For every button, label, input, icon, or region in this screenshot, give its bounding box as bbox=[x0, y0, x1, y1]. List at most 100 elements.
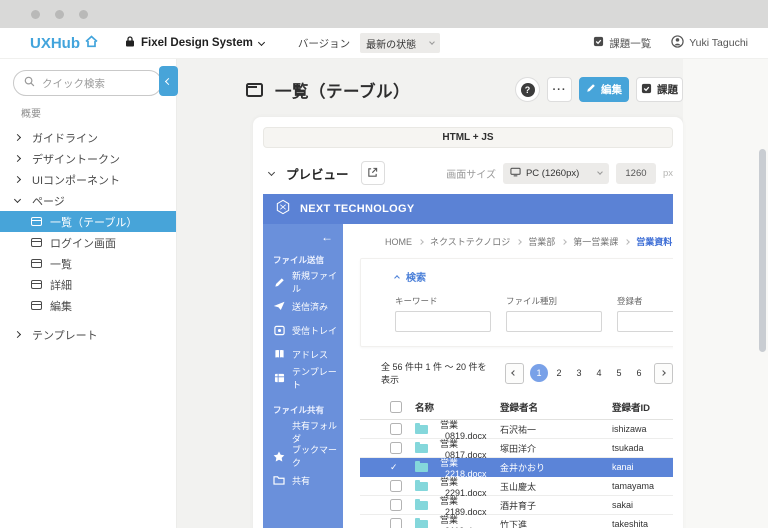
preview-app-nav: ← ファイル送信新規ファイル送信済み受信トレイアドレステンプレートファイル共有共… bbox=[263, 224, 343, 528]
nav-item[interactable]: 送信済み bbox=[263, 294, 343, 318]
arrow-left-icon: ← bbox=[321, 230, 333, 244]
quick-search-input[interactable]: クイック検索 bbox=[13, 70, 162, 96]
edit-button[interactable]: 編集 bbox=[579, 77, 629, 102]
search-panel-toggle[interactable]: 検索 bbox=[395, 269, 673, 284]
sidebar-item[interactable]: 一覧 bbox=[0, 253, 176, 274]
breadcrumb-item[interactable]: 営業資料 bbox=[636, 235, 672, 248]
sidebar-item[interactable]: ログイン画面 bbox=[0, 232, 176, 253]
chevron-right-icon bbox=[661, 370, 667, 376]
nav-item[interactable]: 新規ファイル bbox=[263, 270, 343, 294]
registrant-id: tsukada bbox=[612, 443, 673, 453]
table-row[interactable]: 営業_2189.docx酒井育子sakai bbox=[360, 496, 673, 515]
preview-section-label: プレビュー bbox=[286, 164, 349, 183]
width-input[interactable] bbox=[616, 163, 656, 184]
sidebar-item[interactable]: デザイントークン bbox=[0, 148, 176, 169]
nav-collapse-button[interactable]: ← bbox=[263, 224, 343, 249]
help-icon: ? bbox=[521, 83, 535, 97]
nav-item[interactable]: テンプレート bbox=[263, 366, 343, 390]
sidebar-item[interactable]: 詳細 bbox=[0, 274, 176, 295]
pagination-prev-button[interactable] bbox=[505, 363, 524, 384]
table-row[interactable]: 営業_2291.docx玉山慶太tamayama bbox=[360, 477, 673, 496]
version-select[interactable]: 最新の状態 bbox=[360, 33, 440, 53]
header-checkbox-cell bbox=[390, 401, 415, 413]
window-dot-icon[interactable] bbox=[55, 10, 64, 19]
format-bar[interactable]: HTML + JS bbox=[263, 127, 673, 148]
table-row[interactable]: 営業_0819.docx石沢祐一ishizawa bbox=[360, 420, 673, 439]
pagination-page-button[interactable]: 2 bbox=[549, 364, 569, 382]
nav-item[interactable]: アドレス bbox=[263, 342, 343, 366]
nav-item-label: アドレス bbox=[292, 348, 328, 361]
content-background bbox=[683, 59, 768, 528]
nav-item[interactable]: 共有 bbox=[263, 468, 343, 492]
sidebar-item[interactable]: ページ bbox=[0, 190, 176, 211]
search-field-label: キーワード bbox=[395, 295, 491, 307]
sidebar-item[interactable]: 編集 bbox=[0, 295, 176, 316]
app-body: クイック検索 概要 ガイドラインデザイントークンUIコンポーネントページ一覧（テ… bbox=[0, 59, 768, 528]
check-icon[interactable]: ✓ bbox=[390, 461, 398, 473]
pagination-page-button[interactable]: 6 bbox=[629, 364, 649, 382]
window-dot-icon[interactable] bbox=[31, 10, 40, 19]
nav-item[interactable]: 共有フォルダ bbox=[263, 420, 343, 444]
file-name[interactable]: 営業_9119.docx bbox=[440, 513, 500, 528]
scrollbar-thumb[interactable] bbox=[759, 149, 766, 352]
breadcrumb: HOME ネクストテクノロジ 営業部 第一営業課 営業資料 bbox=[343, 224, 673, 248]
sidebar-collapse-button[interactable] bbox=[159, 66, 178, 96]
pagination: 全 56 件中 1 件 〜 20 件を表示 123456 bbox=[381, 360, 673, 386]
external-link-icon bbox=[367, 166, 378, 181]
window-dot-icon[interactable] bbox=[79, 10, 88, 19]
open-in-new-window-button[interactable] bbox=[361, 161, 385, 185]
lock-icon bbox=[125, 36, 135, 50]
pagination-next-button[interactable] bbox=[654, 363, 673, 384]
app-window: UXHub Fixel Design System バージョン 最新の状態 課題… bbox=[0, 0, 768, 528]
screen-size-select[interactable]: PC (1260px) bbox=[503, 163, 609, 184]
search-field: ファイル種別 bbox=[506, 295, 602, 332]
nav-item[interactable]: ブックマーク bbox=[263, 444, 343, 468]
nav-item[interactable]: 受信トレイ bbox=[263, 318, 343, 342]
search-field-input[interactable] bbox=[506, 311, 602, 332]
file-table: 名称 登録者名 登録者ID 営業_0819.docx石沢祐一ishizawa営業… bbox=[360, 395, 673, 528]
row-checkbox[interactable] bbox=[390, 480, 402, 492]
row-checkbox[interactable] bbox=[390, 442, 402, 454]
pagination-page-button[interactable]: 5 bbox=[609, 364, 629, 382]
sidebar-item[interactable]: テンプレート bbox=[0, 324, 176, 345]
table-row[interactable]: 営業_0817.docx塚田洋介tsukada bbox=[360, 439, 673, 458]
header-name: 名称 bbox=[415, 400, 500, 414]
issue-button-label: 課題 bbox=[657, 82, 678, 97]
nav-item-label: 共有 bbox=[292, 474, 310, 487]
breadcrumb-item[interactable]: 営業部 bbox=[528, 235, 555, 248]
breadcrumb-separator-icon bbox=[624, 239, 630, 245]
row-checkbox[interactable] bbox=[390, 518, 402, 528]
row-checkbox[interactable] bbox=[390, 423, 402, 435]
search-fields: キーワードファイル種別登録者 bbox=[395, 295, 673, 332]
search-field-input[interactable] bbox=[617, 311, 673, 332]
table-row[interactable]: ✓営業_2218.docx金井かおりkanai bbox=[360, 458, 673, 477]
project-selector[interactable]: Fixel Design System bbox=[125, 36, 264, 50]
issues-link[interactable]: 課題一覧 bbox=[593, 36, 651, 51]
breadcrumb-item[interactable]: 第一営業課 bbox=[573, 235, 618, 248]
sidebar-section-label: 概要 bbox=[21, 105, 176, 120]
app-logo[interactable]: UXHub bbox=[30, 35, 98, 52]
user-name: Yuki Taguchi bbox=[689, 37, 748, 49]
folder-icon bbox=[415, 520, 428, 528]
select-all-checkbox[interactable] bbox=[390, 401, 402, 413]
breadcrumb-item[interactable]: HOME bbox=[385, 237, 412, 247]
help-button[interactable]: ? bbox=[515, 77, 540, 102]
nav-item-label: ブックマーク bbox=[292, 443, 343, 469]
sidebar-item[interactable]: ガイドライン bbox=[0, 127, 176, 148]
row-checkbox[interactable] bbox=[390, 499, 402, 511]
more-button[interactable]: ··· bbox=[547, 77, 572, 102]
sidebar-item-label: ガイドライン bbox=[32, 130, 98, 146]
user-menu[interactable]: Yuki Taguchi bbox=[671, 35, 748, 51]
table-row[interactable]: 営業_9119.docx竹下進takeshita bbox=[360, 515, 673, 528]
pagination-page-button[interactable]: 1 bbox=[530, 364, 548, 382]
chevron-down-icon[interactable] bbox=[268, 168, 275, 175]
registrant-id: tamayama bbox=[612, 481, 673, 491]
pagination-page-button[interactable]: 3 bbox=[569, 364, 589, 382]
pagination-page-button[interactable]: 4 bbox=[589, 364, 609, 382]
chevron-up-icon bbox=[394, 275, 400, 281]
sidebar-item[interactable]: 一覧（テーブル） bbox=[0, 211, 176, 232]
search-field-input[interactable] bbox=[395, 311, 491, 332]
breadcrumb-item[interactable]: ネクストテクノロジ bbox=[430, 235, 510, 248]
sidebar-item[interactable]: UIコンポーネント bbox=[0, 169, 176, 190]
issue-button[interactable]: 課題 bbox=[636, 77, 683, 102]
